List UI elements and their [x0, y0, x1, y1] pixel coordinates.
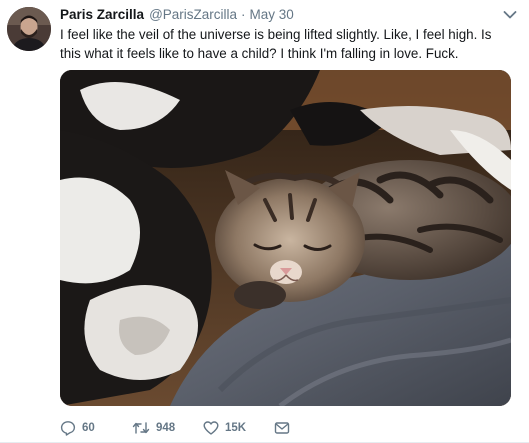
avatar-image: [7, 7, 51, 51]
timestamp[interactable]: May 30: [250, 7, 294, 22]
retweet-button[interactable]: 948: [132, 420, 203, 436]
tweet-photo[interactable]: [60, 70, 511, 406]
tweet-header: Paris Zarcilla @ParisZarcilla · May 30: [60, 7, 517, 25]
separator-dot: ·: [241, 7, 246, 22]
display-name[interactable]: Paris Zarcilla: [60, 7, 144, 22]
avatar[interactable]: [7, 7, 51, 51]
photo-of-sleeping-kittens: [60, 70, 511, 406]
chevron-down-icon[interactable]: [503, 10, 517, 20]
retweet-count: 948: [156, 422, 176, 434]
like-count: 15K: [225, 422, 247, 434]
like-button[interactable]: 15K: [203, 420, 274, 436]
user-handle[interactable]: @ParisZarcilla: [149, 7, 237, 22]
reply-count: 60: [82, 422, 95, 434]
envelope-icon: [274, 422, 290, 434]
tweet-text: I feel like the veil of the universe is …: [60, 27, 492, 61]
direct-message-button[interactable]: [274, 420, 290, 436]
tweet-actions: 60 948 15K: [60, 419, 290, 437]
tweet-card[interactable]: Paris Zarcilla @ParisZarcilla · May 30 I…: [0, 0, 529, 443]
reply-icon: [60, 421, 76, 436]
reply-button[interactable]: 60: [60, 420, 132, 436]
retweet-icon: [132, 422, 150, 434]
heart-icon: [203, 421, 219, 435]
